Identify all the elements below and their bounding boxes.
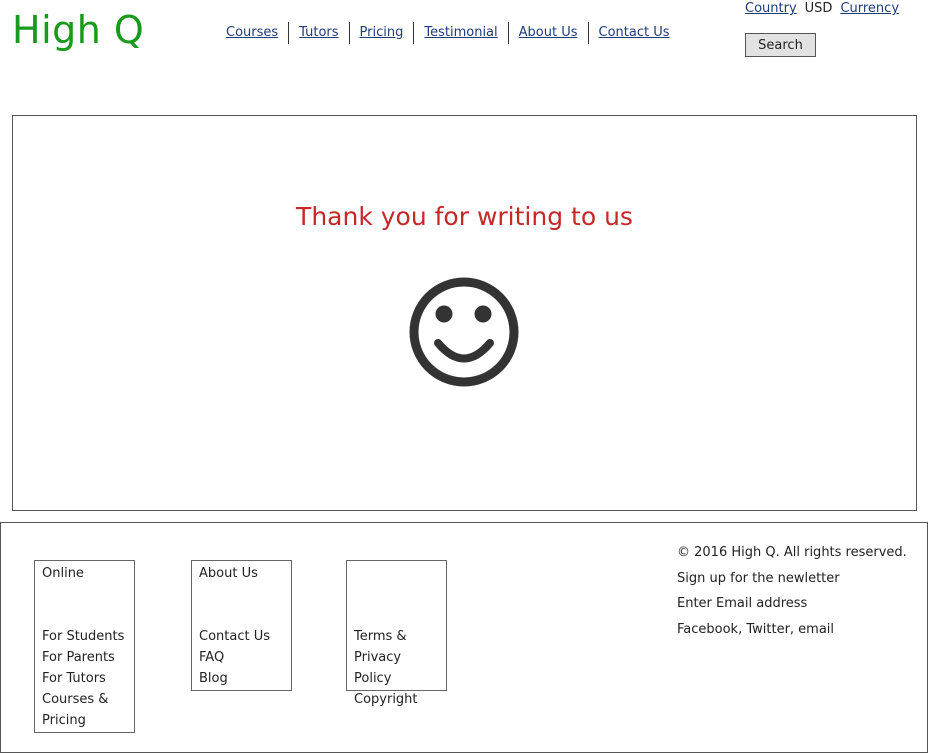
copyright-text: © 2016 High Q. All rights reserved. [677,545,907,560]
thank-you-message: Thank you for writing to us [296,202,633,231]
footer-link-terms-1[interactable]: Terms & [354,626,439,647]
currency-value: USD [804,1,833,16]
email-field[interactable]: Enter Email address [677,591,907,617]
search-button[interactable]: Search [745,33,816,57]
nav-courses[interactable]: Courses [216,22,288,44]
social-links[interactable]: Facebook, Twitter, email [677,617,907,643]
footer-link-for-students[interactable]: For Students [42,626,127,647]
footer-link-faq[interactable]: FAQ [199,647,284,668]
nav-about-us[interactable]: About Us [507,22,588,44]
confirmation-panel: Thank you for writing to us [12,115,917,511]
region-selector: Country USD Currency [745,1,899,16]
newsletter-text[interactable]: Sign up for the newletter [677,566,907,592]
footer-link-contact-us[interactable]: Contact Us [199,626,284,647]
logo[interactable]: High Q [12,8,144,52]
footer-link-for-tutors[interactable]: For Tutors [42,668,127,689]
footer-link-courses-pricing-2[interactable]: Pricing [42,710,127,731]
nav-tutors[interactable]: Tutors [288,22,348,44]
footer-link-courses-pricing-1[interactable]: Courses & [42,689,127,710]
footer: Online For Students For Parents For Tuto… [0,522,928,753]
footer-col2-title[interactable]: About Us [199,563,284,584]
footer-info: © 2016 High Q. All rights reserved. Sign… [677,540,907,642]
country-link[interactable]: Country [745,1,797,16]
footer-column-about: About Us Contact Us FAQ Blog [191,560,292,691]
footer-col1-title: Online [42,566,84,581]
footer-link-terms-2[interactable]: Privacy Policy [354,647,439,689]
nav-pricing[interactable]: Pricing [348,22,414,44]
currency-link[interactable]: Currency [840,1,899,16]
nav-contact-us[interactable]: Contact Us [587,22,680,44]
nav-testimonial[interactable]: Testimonial [413,22,507,44]
footer-column-online: Online For Students For Parents For Tuto… [34,560,135,733]
footer-link-for-parents[interactable]: For Parents [42,647,127,668]
footer-link-copyright[interactable]: Copyright [354,689,439,710]
footer-column-legal: Terms & Privacy Policy Copyright [346,560,447,707]
smiley-icon [409,277,519,387]
footer-link-blog[interactable]: Blog [199,668,284,689]
main-nav: Courses Tutors Pricing Testimonial About… [216,22,680,44]
